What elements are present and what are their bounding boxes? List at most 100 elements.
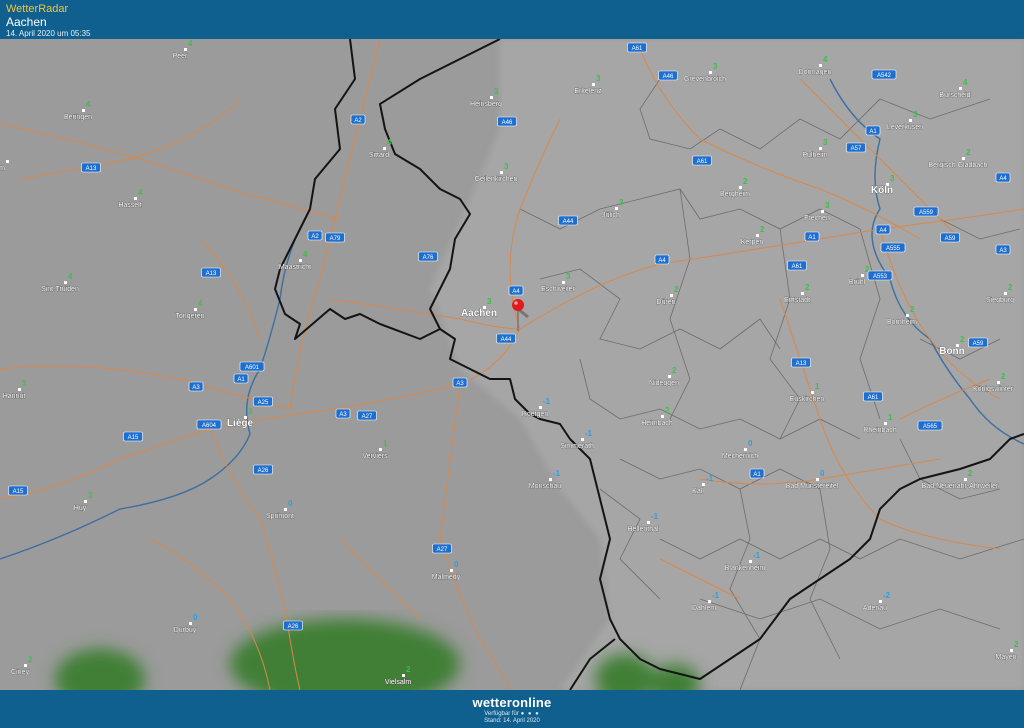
city-name: Hannut (3, 393, 26, 400)
highway-number: A601 (245, 365, 260, 371)
highway-shield: A1 (233, 373, 249, 384)
city-temperature: 4 (86, 100, 91, 109)
city-name: Heimbach (641, 420, 673, 427)
city-name: Grevenbroich (684, 76, 726, 83)
highway-number: A555 (886, 246, 901, 252)
highway-number: A61 (632, 46, 643, 52)
highway-number: A76 (423, 255, 434, 261)
highway-shield: A61 (787, 260, 807, 271)
highway-shield: A553 (867, 270, 893, 281)
city-temperature: -2 (883, 591, 891, 600)
city-temperature: 2 (966, 148, 971, 157)
brand-title: WetterRadar (6, 3, 69, 15)
city-temperature: 3 (596, 74, 601, 83)
city-name: Eschweiler (541, 286, 576, 293)
city-dot (84, 500, 87, 503)
city-temperature: 2 (960, 335, 965, 344)
city-dot (819, 147, 822, 150)
city-temperature: 2 (672, 366, 677, 375)
highway-shield: A1 (804, 231, 820, 242)
city-name: Aachen (461, 308, 497, 319)
city-name: Bornheim (887, 319, 917, 326)
city-temperature: 4 (138, 188, 143, 197)
highway-shield: A27 (357, 410, 377, 421)
city-name: Euskirchen (790, 396, 825, 403)
city-name: Leverkusen (887, 124, 923, 131)
highway-shield: A46 (658, 70, 678, 81)
timestamp: 14. April 2020 um 05:35 (6, 29, 91, 38)
city-temperature: 1 (383, 439, 388, 448)
highway-shield: A3 (995, 244, 1011, 255)
city-name: Adenau (863, 605, 887, 612)
city-temperature: 4 (303, 250, 308, 259)
availability-line: Verfügbar für ● ● ● (0, 710, 1024, 718)
city-dot (702, 483, 705, 486)
highway-shield: A13 (791, 357, 811, 368)
highway-number: A3 (456, 381, 464, 387)
city-dot (6, 160, 9, 163)
city-name: Dormagen (799, 69, 832, 76)
city-dot (861, 274, 864, 277)
highway-number: A57 (851, 146, 862, 152)
city-dot (811, 391, 814, 394)
city-temperature: -1 (706, 474, 714, 483)
city-dot (24, 664, 27, 667)
highway-number: A27 (437, 547, 448, 553)
highway-number: A3 (999, 248, 1007, 254)
highway-number: A15 (128, 435, 139, 441)
city-dot (670, 294, 673, 297)
city-temperature: 4 (963, 78, 968, 87)
highway-number: A61 (697, 159, 708, 165)
highway-number: A46 (663, 74, 674, 80)
highway-shield: A57 (846, 142, 866, 153)
city-dot (749, 560, 752, 563)
city-dot (379, 448, 382, 451)
highway-number: A15 (13, 489, 24, 495)
city-dot (879, 600, 882, 603)
city-dot (284, 508, 287, 511)
highway-shield: A4 (654, 254, 670, 265)
city-temperature: 3 (88, 491, 93, 500)
city-name: Jülich (602, 212, 620, 219)
city-name: Sittard (369, 152, 389, 159)
app-header: WetterRadar Aachen 14. April 2020 um 05:… (0, 0, 1024, 39)
city-temperature: 3 (248, 407, 253, 416)
highway-shield: A61 (627, 42, 647, 53)
radar-map[interactable]: 4 Peer 4 Beringen 4 Hasselt 4 Sint-Truiden 4 Tong… (0, 38, 1024, 709)
city-dot (744, 448, 747, 451)
city-temperature: 3 (494, 87, 499, 96)
highway-number: A13 (796, 361, 807, 367)
city-name: Düren (656, 299, 675, 306)
highway-number: A61 (868, 395, 879, 401)
city-temperature: 3 (890, 174, 895, 183)
city-temperature: 1 (888, 413, 893, 422)
highway-number: A4 (658, 258, 666, 264)
highway-number: A59 (945, 236, 956, 242)
highway-number: A1 (808, 235, 816, 241)
location-name: Aachen (6, 15, 47, 29)
city-temperature: 2 (674, 285, 679, 294)
city-name: Heinsberg (470, 101, 502, 108)
city-dot (189, 622, 192, 625)
city-name: Ciney (11, 669, 29, 676)
city-name: Mechernich (722, 453, 758, 460)
city-dot (709, 71, 712, 74)
city-temperature: 3 (504, 162, 509, 171)
highway-shield: A4 (995, 172, 1011, 183)
city-name: Liège (227, 418, 254, 429)
map-canvas[interactable]: 4Peer4Beringen4Hasselt4Sint-Truiden4Tong… (0, 38, 1024, 709)
highway-shield: A59 (940, 232, 960, 243)
highway-number: A3 (192, 385, 200, 391)
city-temperature: 2 (910, 305, 915, 314)
highway-shield: A26 (253, 464, 273, 475)
availability-text: Verfügbar für (484, 711, 519, 717)
city-name: m (0, 165, 5, 172)
city-dot (906, 314, 909, 317)
highway-number: A559 (919, 210, 934, 216)
city-temperature: 3 (566, 272, 571, 281)
platform-dots-icon: ● ● ● (520, 711, 540, 717)
city-dot (959, 87, 962, 90)
highway-shield: A13 (81, 162, 101, 173)
city-dot (450, 569, 453, 572)
city-name: Burscheid (939, 92, 970, 99)
